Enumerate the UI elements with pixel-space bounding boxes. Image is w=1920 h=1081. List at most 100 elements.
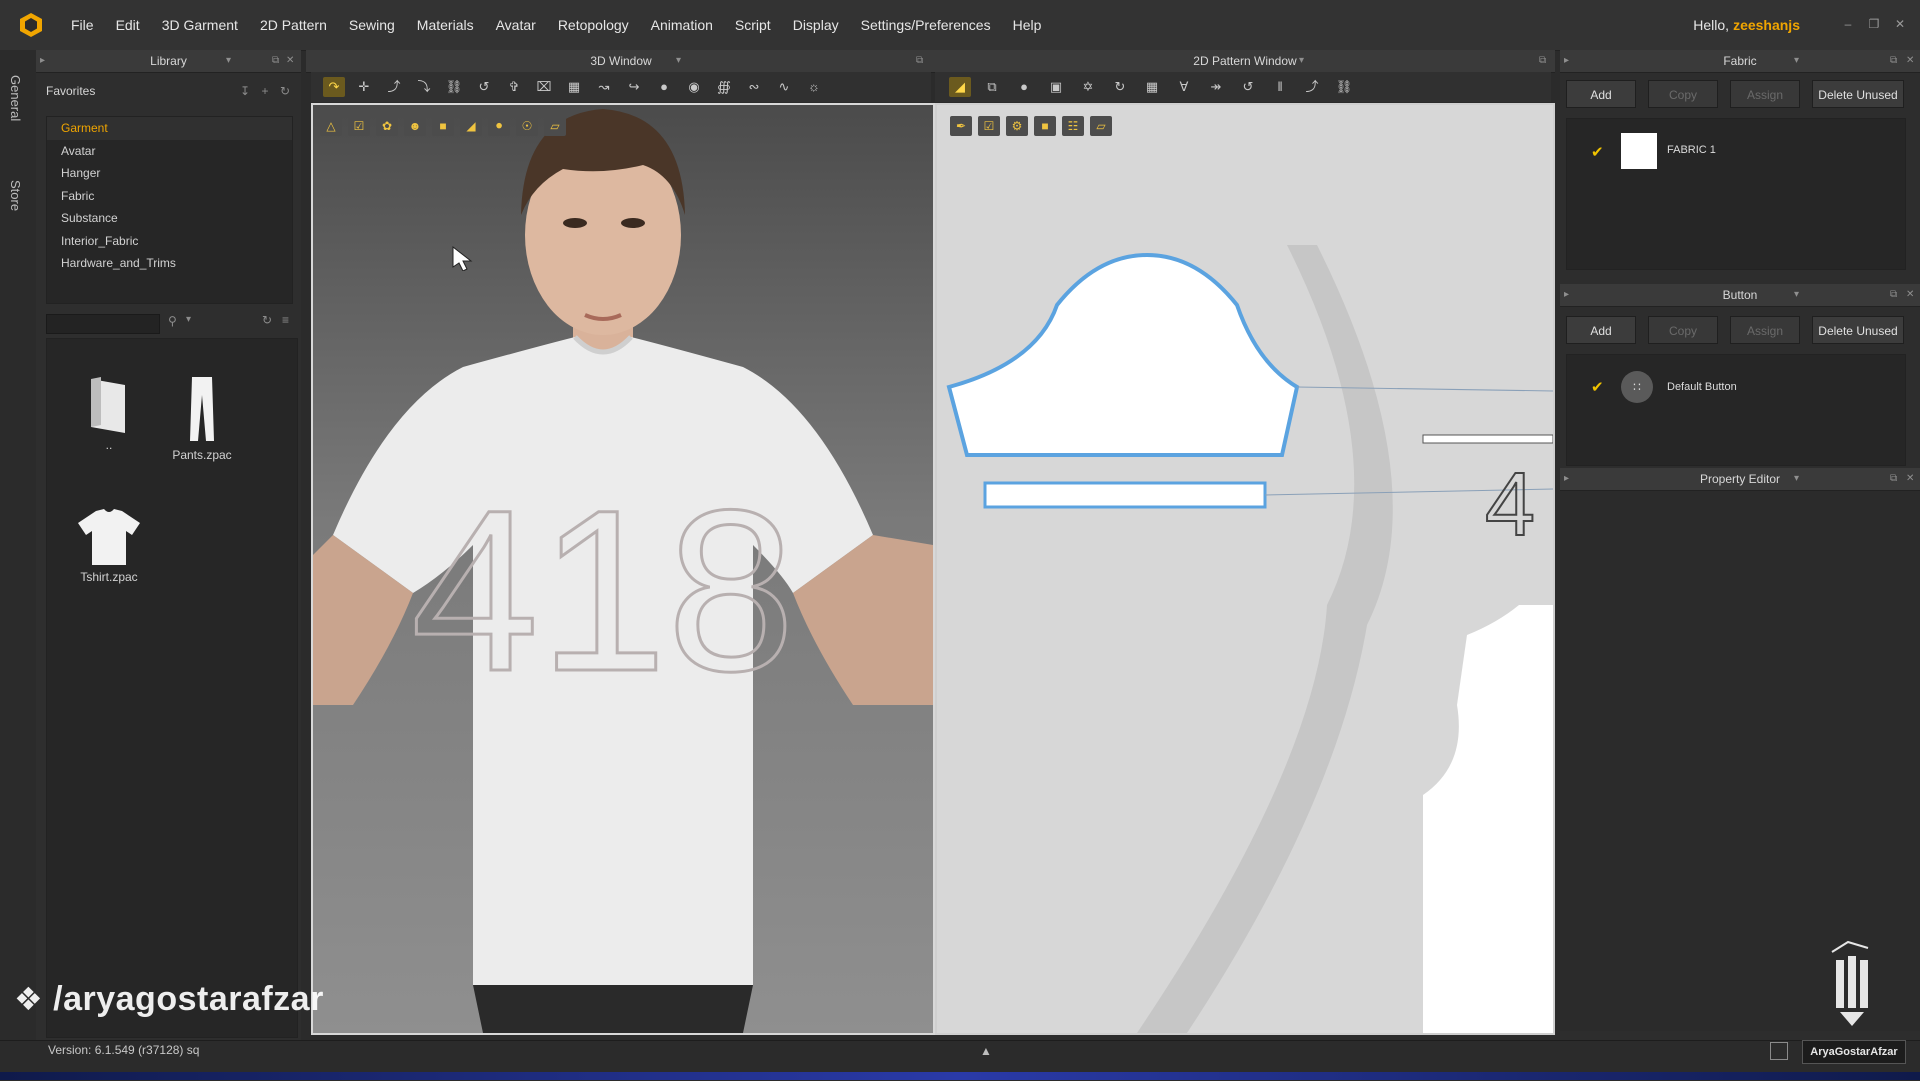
- texture-view-icon[interactable]: ☑: [978, 116, 1000, 136]
- pin-icon[interactable]: ▸: [1564, 50, 1569, 72]
- button-copy-button[interactable]: Copy: [1648, 316, 1718, 344]
- expand-up-icon[interactable]: ▲: [980, 1044, 992, 1058]
- texture-icon[interactable]: ✿: [376, 116, 398, 136]
- fabric-assign-button[interactable]: Assign: [1730, 80, 1800, 108]
- button-delete-unused-button[interactable]: Delete Unused: [1812, 316, 1904, 344]
- fold-view-icon[interactable]: ◢: [460, 116, 482, 136]
- pin-icon[interactable]: ▸: [1564, 468, 1569, 490]
- dropdown-icon[interactable]: ▾: [1794, 284, 1799, 306]
- tree-item-hardware-trims[interactable]: Hardware_and_Trims: [47, 252, 292, 275]
- dropdown-icon[interactable]: ▾: [676, 50, 681, 72]
- menu-materials[interactable]: Materials: [406, 17, 485, 33]
- float-icon[interactable]: ⧉: [272, 50, 279, 72]
- viewport-3d[interactable]: 418: [311, 103, 935, 1035]
- globe-icon[interactable]: ☉: [516, 116, 538, 136]
- float-icon[interactable]: ⧉: [916, 50, 923, 72]
- select-mesh-icon[interactable]: ⤴: [383, 77, 405, 97]
- rectangle-tool-icon[interactable]: ▣: [1045, 77, 1067, 97]
- avatar-view-icon[interactable]: ☻: [404, 116, 426, 136]
- move-icon[interactable]: ✛: [353, 77, 375, 97]
- viewport-2d[interactable]: 4: [935, 103, 1555, 1035]
- menu-sewing[interactable]: Sewing: [338, 17, 406, 33]
- grid-icon[interactable]: ▦: [1141, 77, 1163, 97]
- avatar-pose-icon[interactable]: ☼: [803, 77, 825, 97]
- pleat-icon[interactable]: ‖: [1269, 77, 1291, 97]
- menu-file[interactable]: File: [60, 17, 105, 33]
- menu-animation[interactable]: Animation: [640, 17, 724, 33]
- menu-2d-pattern[interactable]: 2D Pattern: [249, 17, 338, 33]
- button-add-button[interactable]: Add: [1566, 316, 1636, 344]
- menu-help[interactable]: Help: [1002, 17, 1053, 33]
- export-icon[interactable]: ▱: [1090, 116, 1112, 136]
- measure-icon[interactable]: ⌧: [533, 77, 555, 97]
- dropdown-icon[interactable]: ▾: [1794, 468, 1799, 490]
- download-icon[interactable]: ↧: [238, 84, 252, 98]
- point-icon[interactable]: ●: [653, 77, 675, 97]
- close-icon[interactable]: ✕: [1906, 50, 1914, 72]
- chevron-down-icon[interactable]: ▾: [186, 314, 191, 325]
- internal-shape-icon[interactable]: ✡: [1077, 77, 1099, 97]
- pin-icon[interactable]: ▸: [1564, 284, 1569, 306]
- fabric-delete-unused-button[interactable]: Delete Unused: [1812, 80, 1904, 108]
- menu-edit[interactable]: Edit: [105, 17, 151, 33]
- fabric-view-icon[interactable]: ■: [1034, 116, 1056, 136]
- library-item-tshirt[interactable]: Tshirt.zpac: [69, 507, 149, 584]
- garment-fit-icon[interactable]: ⛓: [443, 77, 465, 97]
- layout-toggle-icon[interactable]: [1770, 1042, 1788, 1060]
- zipper-icon[interactable]: ∰: [713, 77, 735, 97]
- button-list-item[interactable]: ✔ ∷ Default Button: [1567, 371, 1905, 407]
- clo-logo-icon[interactable]: [18, 12, 44, 38]
- tree-item-garment[interactable]: Garment: [47, 117, 292, 140]
- transform-pattern-icon[interactable]: ◢: [949, 77, 971, 97]
- topstitch-icon[interactable]: ∾: [743, 77, 765, 97]
- puckering-icon[interactable]: ∿: [773, 77, 795, 97]
- lock-icon[interactable]: ☷: [1062, 116, 1084, 136]
- close-icon[interactable]: ✕: [1892, 16, 1908, 32]
- edit-pattern-icon[interactable]: ⧉: [981, 77, 1003, 97]
- tree-item-interior-fabric[interactable]: Interior_Fabric: [47, 230, 292, 253]
- minimize-icon[interactable]: –: [1840, 16, 1856, 32]
- seam-icon[interactable]: ↪: [623, 77, 645, 97]
- close-icon[interactable]: ✕: [286, 50, 294, 72]
- library-search-input[interactable]: [46, 314, 160, 334]
- seam-view-icon[interactable]: ⚙: [1006, 116, 1028, 136]
- library-item-pants[interactable]: Pants.zpac: [162, 375, 242, 462]
- topstitch-icon[interactable]: ⤴: [1301, 77, 1323, 97]
- menu-retopology[interactable]: Retopology: [547, 17, 640, 33]
- pin-tool-icon[interactable]: ✞: [503, 77, 525, 97]
- fabric-add-button[interactable]: Add: [1566, 80, 1636, 108]
- menu-3d-garment[interactable]: 3D Garment: [151, 17, 249, 33]
- close-icon[interactable]: ✕: [1906, 468, 1914, 490]
- float-icon[interactable]: ⧉: [1890, 468, 1897, 490]
- rotate-icon[interactable]: ↻: [1109, 77, 1131, 97]
- circle-tool-icon[interactable]: ●: [1013, 77, 1035, 97]
- restore-icon[interactable]: ❐: [1866, 16, 1882, 32]
- tree-item-hanger[interactable]: Hanger: [47, 162, 292, 185]
- close-icon[interactable]: ✕: [1906, 284, 1914, 306]
- menu-settings[interactable]: Settings/Preferences: [850, 17, 1002, 33]
- color-icon[interactable]: ■: [432, 116, 454, 136]
- library-item-folder-up[interactable]: ..: [69, 375, 149, 452]
- select-move-icon[interactable]: ↷: [323, 77, 345, 97]
- button-tool-icon[interactable]: ◉: [683, 77, 705, 97]
- refresh-icon[interactable]: ↻: [278, 84, 292, 98]
- fabric-list-item[interactable]: ✔ FABRIC 1: [1567, 133, 1905, 173]
- float-icon[interactable]: ⧉: [1890, 284, 1897, 306]
- segment-icon[interactable]: ↝: [593, 77, 615, 97]
- username[interactable]: zeeshanjs: [1733, 17, 1800, 33]
- pattern-view-icon[interactable]: ✒: [950, 116, 972, 136]
- search-icon[interactable]: ⚲: [168, 314, 177, 328]
- add-icon[interactable]: +: [258, 84, 272, 98]
- render-icon[interactable]: ▱: [544, 116, 566, 136]
- garment-view-icon[interactable]: ☑: [348, 116, 370, 136]
- tree-item-fabric[interactable]: Fabric: [47, 185, 292, 208]
- float-icon[interactable]: ⧉: [1890, 50, 1897, 72]
- fold-icon[interactable]: ↺: [473, 77, 495, 97]
- segment-sewing-icon[interactable]: ↠: [1205, 77, 1227, 97]
- tab-store[interactable]: Store: [8, 180, 23, 211]
- refresh-icon[interactable]: ↻: [262, 313, 272, 327]
- dropdown-icon[interactable]: ▾: [1299, 50, 1304, 72]
- dropdown-icon[interactable]: ▾: [226, 50, 231, 72]
- tree-item-substance[interactable]: Substance: [47, 207, 292, 230]
- skin-icon[interactable]: ⚫: [488, 116, 510, 136]
